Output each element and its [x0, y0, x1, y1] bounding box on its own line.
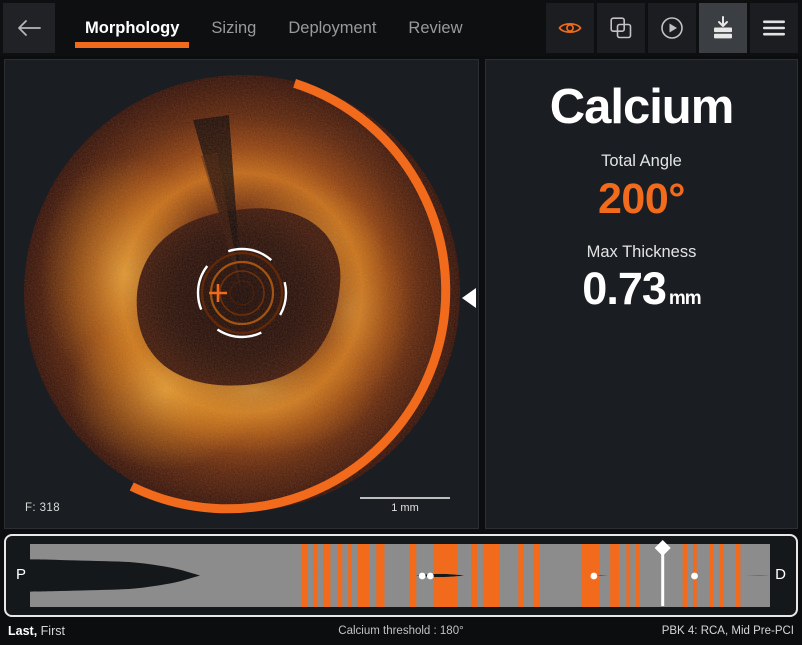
frame-number-label: F: 318 — [25, 502, 60, 514]
application-window: Morphology Sizing Deployment Review — [0, 0, 802, 645]
tab-sizing-label: Sizing — [211, 19, 256, 38]
tab-review[interactable]: Review — [392, 0, 478, 56]
arrow-left-icon — [16, 18, 42, 38]
total-angle-label: Total Angle — [486, 152, 797, 171]
tab-review-label: Review — [408, 19, 462, 38]
longitudinal-pullback-image[interactable] — [30, 536, 770, 615]
total-angle-value: 200° — [486, 175, 797, 224]
play-button[interactable] — [648, 3, 696, 53]
triangle-left-icon — [462, 288, 476, 308]
scale-bar-line — [360, 497, 450, 499]
menu-button[interactable] — [750, 3, 798, 53]
play-circle-icon — [660, 16, 684, 40]
layers-copy-icon — [610, 17, 632, 39]
tab-morphology-label: Morphology — [85, 19, 179, 38]
proximal-label: P — [16, 566, 26, 583]
hamburger-menu-icon — [761, 18, 787, 38]
oct-cross-section-panel[interactable]: F: 318 1 mm — [4, 59, 479, 529]
scale-bar: 1 mm — [360, 497, 450, 514]
max-thickness-value: 0.73 — [582, 263, 666, 314]
back-button[interactable] — [3, 3, 55, 53]
tab-list: Morphology Sizing Deployment Review — [69, 0, 479, 56]
page-title: Calcium — [486, 82, 797, 133]
max-thickness-unit: mm — [669, 288, 701, 309]
longitudinal-view-panel[interactable]: P D — [4, 534, 798, 617]
save-download-icon — [710, 15, 736, 41]
max-thickness-label: Max Thickness — [486, 243, 797, 262]
toolbar — [546, 3, 798, 53]
max-thickness-value-row: 0.73mm — [486, 263, 797, 315]
status-bar: Last, First Calcium threshold : 180° PBK… — [0, 619, 802, 645]
tab-deployment-label: Deployment — [288, 19, 376, 38]
vessel-wall-bottom — [30, 573, 770, 609]
save-button[interactable] — [699, 3, 747, 53]
case-info-label: PBK 4: RCA, Mid Pre-PCI — [662, 625, 794, 637]
tab-deployment[interactable]: Deployment — [272, 0, 392, 56]
scale-bar-label: 1 mm — [360, 502, 450, 514]
distal-label: D — [775, 566, 786, 583]
tab-morphology[interactable]: Morphology — [69, 0, 195, 56]
compare-layers-button[interactable] — [597, 3, 645, 53]
measurement-info-panel: Calcium Total Angle 200° Max Thickness 0… — [485, 59, 798, 529]
top-navigation-bar: Morphology Sizing Deployment Review — [0, 0, 802, 56]
visibility-toggle-button[interactable] — [546, 3, 594, 53]
tab-sizing[interactable]: Sizing — [195, 0, 272, 56]
oct-image[interactable] — [5, 60, 479, 529]
eye-icon — [558, 20, 582, 36]
